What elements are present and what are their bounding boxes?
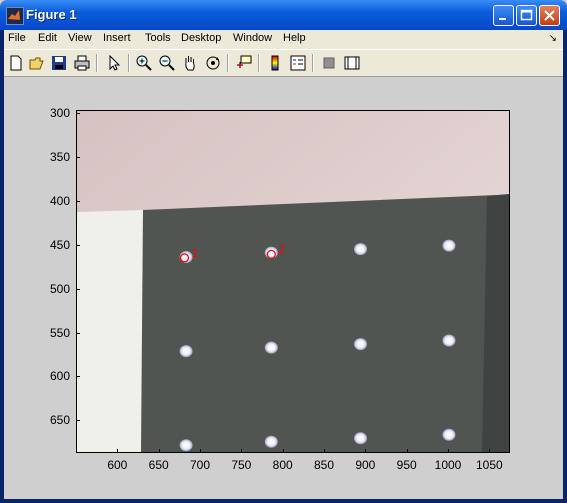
y-tick-mark [76, 332, 80, 334]
rotate-3d-icon[interactable] [204, 54, 222, 72]
save-icon[interactable] [50, 54, 68, 72]
menu-file[interactable]: File [8, 32, 26, 44]
x-tick-label: 1000 [434, 458, 462, 472]
image-axes[interactable]: 12 [76, 110, 510, 453]
window-client: File Edit View Insert Tools Desktop Wind… [4, 30, 563, 499]
open-file-icon[interactable] [28, 54, 46, 72]
white-panel-region [77, 210, 143, 452]
window-title: Figure 1 [26, 7, 77, 22]
data-cursor-icon[interactable] [235, 54, 253, 72]
y-tick-label: 300 [49, 105, 70, 120]
x-tick-mark [158, 449, 160, 453]
show-plot-tools-icon[interactable] [343, 54, 361, 72]
y-tick-mark [76, 112, 80, 114]
y-tick-label: 600 [49, 369, 70, 384]
new-figure-icon[interactable] [7, 54, 25, 72]
zoom-out-icon[interactable] [158, 54, 176, 72]
close-button[interactable] [539, 5, 560, 26]
x-tick-mark [448, 449, 449, 453]
x-tick-label: 600 [107, 458, 128, 472]
detected-point-label: 1 [192, 246, 199, 260]
menu-insert[interactable]: Insert [103, 32, 131, 44]
x-tick-mark [324, 449, 325, 453]
y-tick-label: 450 [49, 237, 70, 252]
toolbar-separator [312, 54, 314, 72]
x-tick-mark [406, 449, 408, 453]
x-tick-label: 1050 [475, 458, 503, 472]
x-tick-mark [241, 449, 243, 453]
x-tick-label: 800 [272, 458, 293, 472]
toolbar-separator [128, 54, 130, 72]
x-tick-label: 650 [148, 458, 169, 472]
y-tick-label: 350 [49, 149, 70, 164]
calibration-dot [442, 334, 456, 347]
x-tick-mark [282, 449, 284, 453]
calibration-dot [354, 432, 367, 445]
y-tick-label: 550 [49, 325, 70, 340]
y-tick-label: 650 [49, 413, 70, 428]
x-tick-label: 700 [189, 458, 211, 472]
hide-plot-tools-icon[interactable] [320, 54, 338, 72]
detected-point-label: 2 [278, 242, 285, 256]
y-tick-label: 400 [49, 193, 70, 208]
y-tick-mark [76, 156, 80, 158]
y-tick-mark [76, 420, 80, 422]
x-tick-label: 950 [396, 458, 417, 472]
x-tick-label: 850 [313, 458, 335, 472]
calibration-dot [442, 239, 456, 252]
x-tick-mark [200, 449, 201, 453]
x-tick-label: 750 [231, 458, 252, 472]
menu-view[interactable]: View [68, 32, 92, 44]
calibration-dot [442, 428, 456, 441]
menu-edit[interactable]: Edit [38, 32, 57, 44]
x-tick-mark [117, 449, 119, 453]
x-tick-mark [489, 449, 491, 453]
zoom-in-icon[interactable] [135, 54, 153, 72]
print-icon[interactable] [73, 54, 91, 72]
menu-desktop[interactable]: Desktop [181, 32, 221, 44]
menu-bar: File Edit View Insert Tools Desktop Wind… [4, 30, 563, 50]
y-tick-mark [76, 244, 80, 246]
colorbar-icon[interactable] [266, 54, 284, 72]
calibration-dot [264, 246, 278, 259]
toolbar-separator [258, 54, 260, 72]
legend-icon[interactable] [289, 54, 307, 72]
title-bar[interactable]: Figure 1 [0, 0, 567, 30]
toolbar-separator [227, 54, 229, 72]
calibration-dot [179, 345, 193, 358]
x-tick-label: 900 [355, 458, 376, 472]
calibration-dot [179, 439, 193, 452]
y-tick-mark [76, 288, 80, 290]
menu-window[interactable]: Window [233, 32, 272, 44]
menu-tools[interactable]: Tools [145, 32, 171, 44]
dock-arrow-icon[interactable]: ↘ [549, 33, 557, 44]
matlab-logo-icon [6, 7, 24, 25]
pan-hand-icon[interactable] [181, 54, 199, 72]
minimize-button[interactable] [493, 5, 514, 26]
maximize-button[interactable] [516, 5, 537, 26]
camera-image: 12 [77, 111, 509, 452]
calibration-dot [264, 341, 278, 354]
calibration-dot [354, 338, 367, 351]
calibration-dot [354, 243, 367, 256]
y-tick-label: 500 [49, 281, 70, 296]
y-tick-mark [76, 200, 80, 202]
figure-window: Figure 1 File Edit View Insert Tools Des… [0, 0, 567, 503]
calibration-dot [264, 435, 278, 448]
toolbar-separator [96, 54, 98, 72]
menu-help[interactable]: Help [283, 32, 306, 44]
figure-canvas: 12 300 350 400 450 500 550 600 650 600 650 700 750… [4, 77, 563, 499]
x-tick-mark [365, 449, 367, 453]
y-tick-mark [76, 376, 80, 378]
figure-toolbar [4, 50, 563, 77]
board-region [141, 194, 509, 452]
edit-plot-arrow-icon[interactable] [105, 54, 123, 72]
